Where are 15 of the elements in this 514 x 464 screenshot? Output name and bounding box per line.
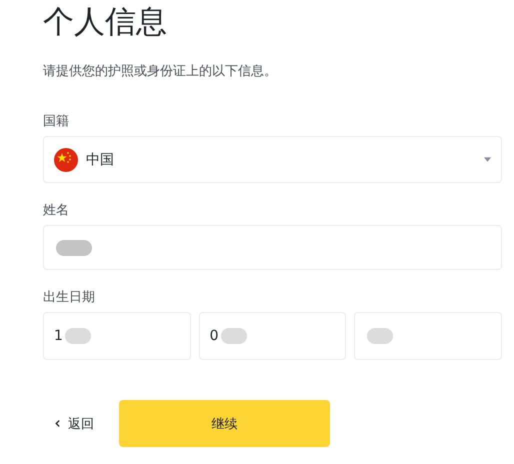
nationality-select[interactable]: 中国 [43, 136, 502, 183]
page-title: 个人信息 [43, 3, 168, 42]
back-button[interactable]: 返回 [43, 414, 119, 432]
name-field[interactable] [43, 225, 502, 270]
date-field[interactable]: 1 [43, 312, 191, 360]
instruction-text: 请提供您的护照或身份证上的以下信息。 [43, 63, 278, 81]
date-field[interactable] [354, 312, 502, 360]
field-label: 国籍 [43, 114, 70, 130]
flag-icon [54, 148, 78, 172]
field-label: 出生日期 [43, 290, 96, 306]
field-label: 姓名 [43, 203, 70, 219]
continue-button[interactable]: 继续 [119, 400, 330, 447]
date-field[interactable]: 0 [198, 312, 346, 360]
caret-icon [484, 157, 491, 162]
chevron-left-icon [55, 420, 60, 427]
